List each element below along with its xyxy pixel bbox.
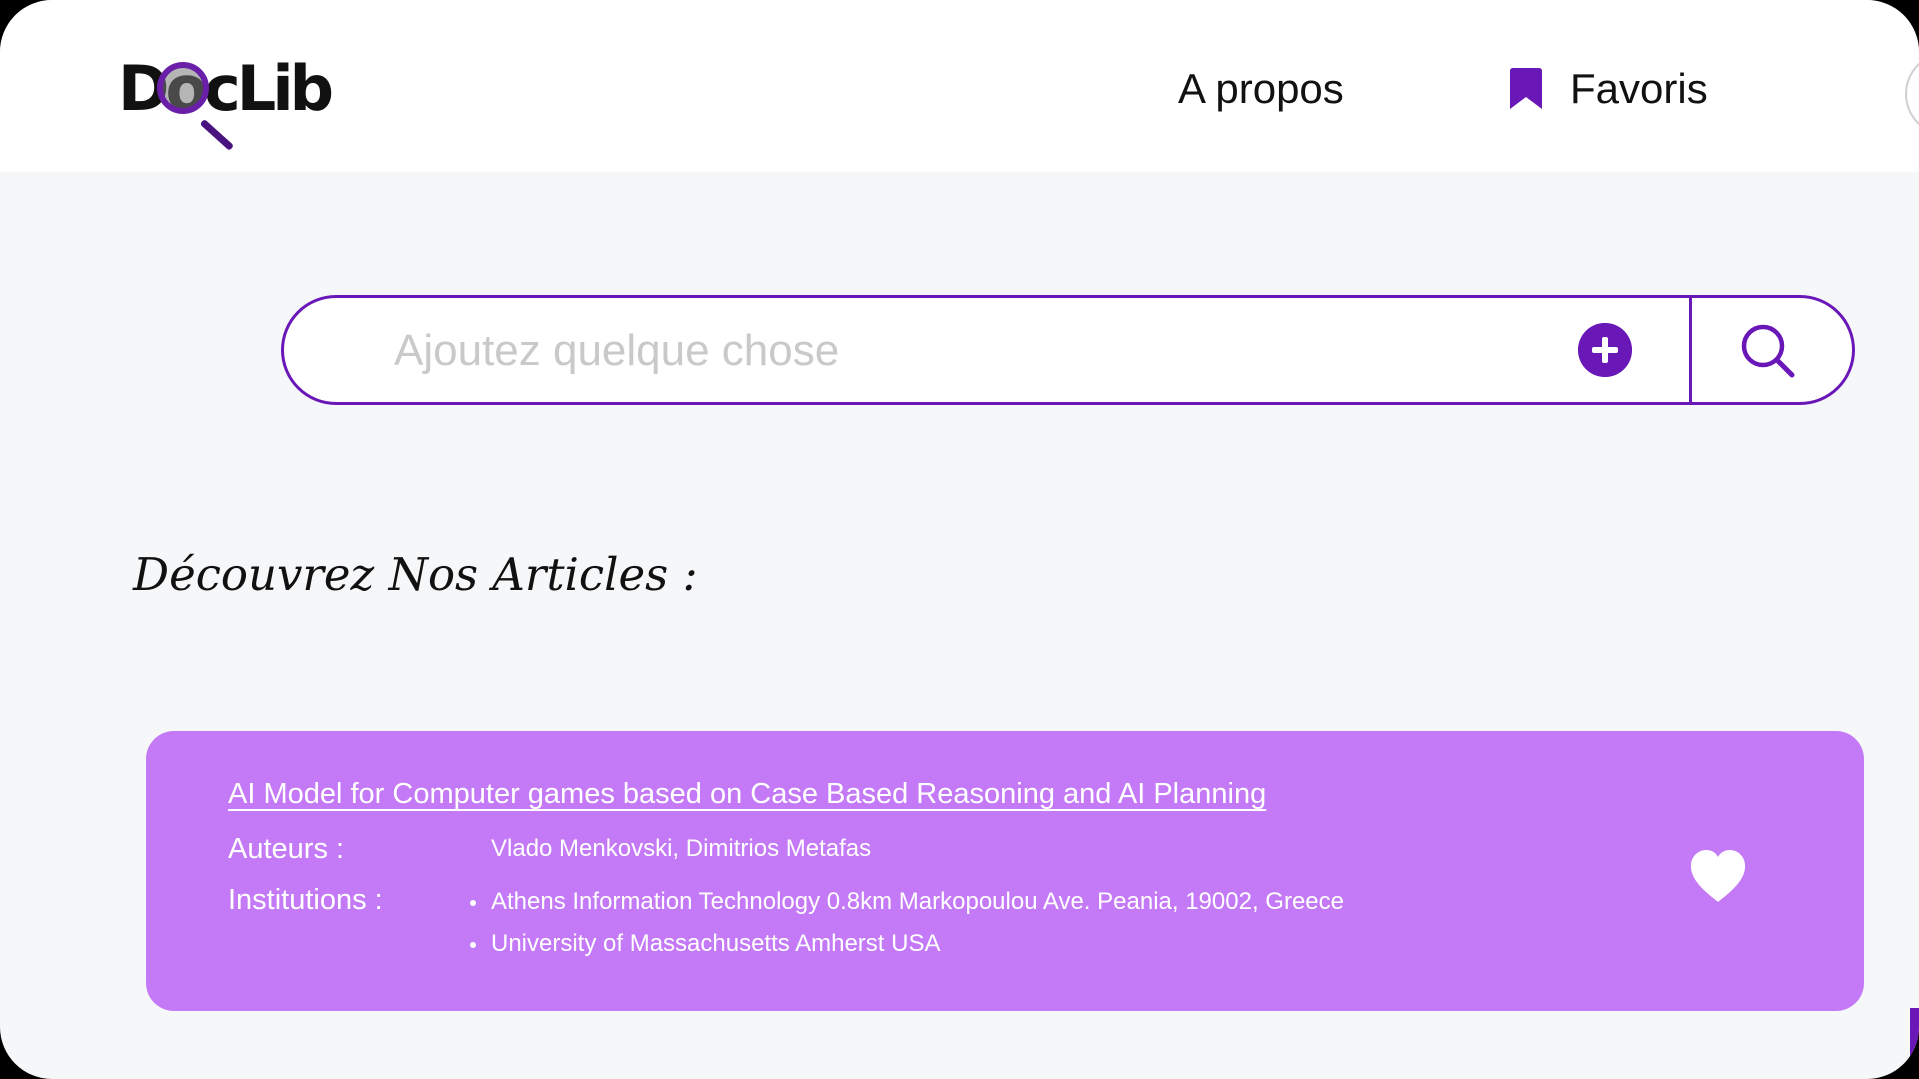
article-card: AI Model for Computer games based on Cas… [146, 731, 1864, 1011]
nav-favorites-label: Favoris [1570, 65, 1708, 112]
app-window: DocLib A propos Favoris Découvrez [0, 0, 1919, 1079]
search-button[interactable] [1692, 298, 1852, 402]
search-bar [281, 295, 1855, 405]
authors-label: Auteurs : [228, 833, 345, 865]
list-item: University of Massachusetts Amherst USA [470, 926, 1344, 968]
institutions-list: Athens Information Technology 0.8km Mark… [470, 884, 1344, 968]
nav-link-favorites[interactable]: Favoris [1506, 62, 1708, 116]
bookmark-icon [1510, 68, 1542, 109]
search-input[interactable] [392, 298, 1436, 404]
list-item: Athens Information Technology 0.8km Mark… [470, 884, 1344, 926]
scrollbar-thumb[interactable] [1910, 1008, 1919, 1079]
magnifier-lens-icon [157, 62, 209, 114]
plus-circle-icon[interactable] [1578, 323, 1632, 377]
nav-link-about[interactable]: A propos [1178, 62, 1344, 116]
logo-text: DocLib [118, 52, 334, 125]
user-avatar[interactable] [1905, 52, 1919, 136]
section-title: Découvrez Nos Articles : [133, 548, 698, 601]
heart-icon[interactable] [1688, 848, 1748, 904]
magnifier-icon [1741, 324, 1795, 378]
doclib-logo[interactable]: DocLib [118, 52, 334, 158]
authors-value: Vlado Menkovski, Dimitrios Metafas [491, 835, 872, 862]
institutions-label: Institutions : [228, 884, 383, 916]
article-title-link[interactable]: AI Model for Computer games based on Cas… [228, 774, 1266, 814]
top-navigation-bar: DocLib A propos Favoris [0, 0, 1919, 172]
